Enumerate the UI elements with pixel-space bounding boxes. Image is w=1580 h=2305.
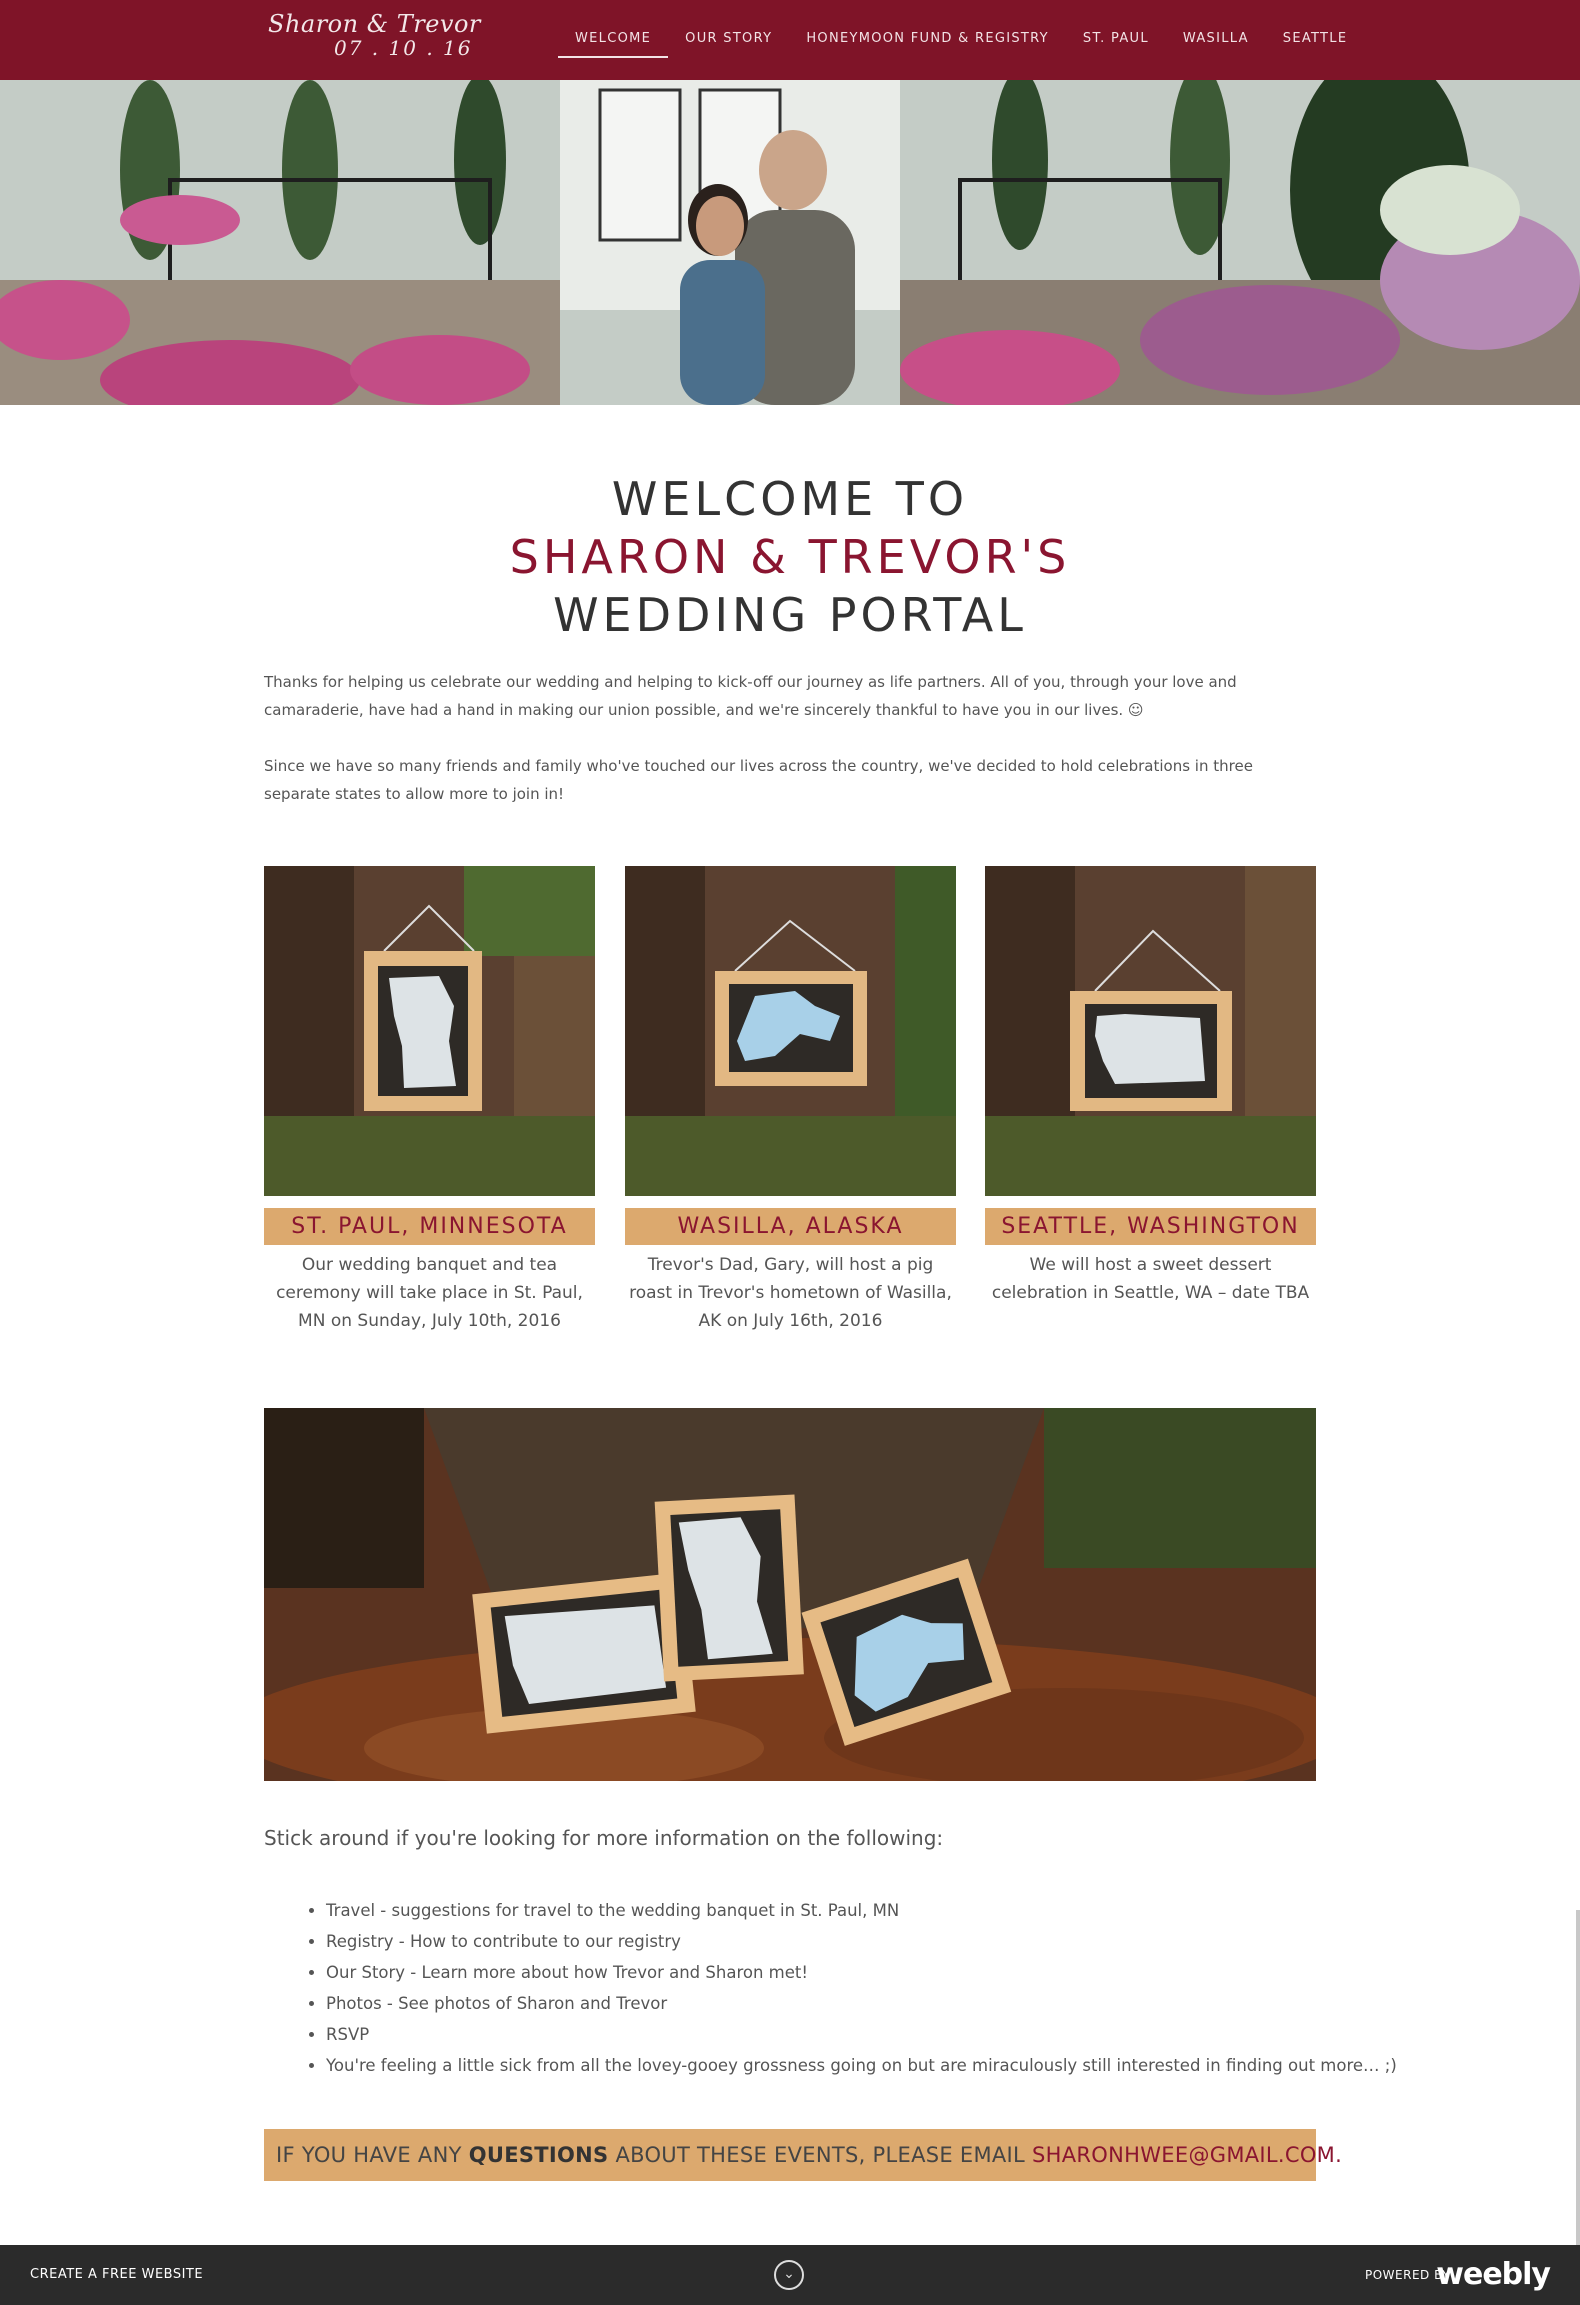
callout-email-link[interactable]: SHARONHWEE@GMAIL.COM.	[1032, 2143, 1342, 2167]
st-paul-map-photo[interactable]	[264, 866, 595, 1196]
nav-wasilla[interactable]: WASILLA	[1166, 0, 1266, 80]
card-wasilla: WASILLA, ALASKA Trevor's Dad, Gary, will…	[625, 866, 956, 1335]
intro-paragraph-2: Since we have so many friends and family…	[264, 757, 1253, 803]
callout-bold: QUESTIONS	[468, 2143, 609, 2167]
list-item: You're feeling a little sick from all th…	[326, 2050, 1397, 2081]
card-desc-st-paul: Our wedding banquet and tea ceremony wil…	[276, 1255, 583, 1331]
logo-date: 07 . 10 . 16	[334, 36, 473, 60]
intro-paragraph-1: Thanks for helping us celebrate our wedd…	[264, 673, 1237, 719]
create-website-link[interactable]: CREATE A FREE WEBSITE	[30, 2245, 203, 2305]
more-info-heading: Stick around if you're looking for more …	[264, 1826, 944, 1850]
weebly-footer: CREATE A FREE WEBSITE ⌄ POWERED BY weebl…	[0, 2245, 1580, 2305]
chevron-down-icon[interactable]: ⌄	[774, 2260, 804, 2290]
nav-welcome[interactable]: WELCOME	[558, 0, 669, 80]
seattle-map-photo[interactable]	[985, 866, 1316, 1196]
card-label-seattle: SEATTLE, WASHINGTON	[985, 1208, 1316, 1245]
card-label-st-paul: ST. PAUL, MINNESOTA	[264, 1208, 595, 1245]
main-nav: WELCOME OUR STORY HONEYMOON FUND & REGIS…	[558, 0, 1364, 80]
nav-seattle[interactable]: SEATTLE	[1266, 0, 1365, 80]
intro-text: Thanks for helping us celebrate our wedd…	[264, 668, 1316, 836]
card-desc-seattle: We will host a sweet dessert celebration…	[991, 1255, 1310, 1303]
logo-names: Sharon & Trevor	[268, 10, 481, 38]
wasilla-map-photo[interactable]	[625, 866, 956, 1196]
celebration-cards: ST. PAUL, MINNESOTA Our wedding banquet …	[264, 866, 1316, 1336]
welcome-line-3: WEDDING PORTAL	[553, 588, 1027, 642]
welcome-line-2: SHARON & TREVOR'S	[509, 530, 1071, 584]
welcome-heading: WELCOME TO SHARON & TREVOR'S WEDDING POR…	[264, 470, 1316, 644]
card-label-wasilla: WASILLA, ALASKA	[625, 1208, 956, 1245]
callout-pre: IF YOU HAVE ANY	[276, 2143, 469, 2167]
three-maps-photo[interactable]	[264, 1408, 1316, 1781]
questions-callout: IF YOU HAVE ANY QUESTIONS ABOUT THESE EV…	[264, 2129, 1342, 2181]
nav-honeymoon-registry[interactable]: HONEYMOON FUND & REGISTRY	[789, 0, 1066, 80]
card-seattle: SEATTLE, WASHINGTON We will host a sweet…	[985, 866, 1316, 1307]
nav-our-story[interactable]: OUR STORY	[668, 0, 789, 80]
card-st-paul: ST. PAUL, MINNESOTA Our wedding banquet …	[264, 866, 595, 1335]
list-item: Registry - How to contribute to our regi…	[326, 1926, 1397, 1957]
site-header: Sharon & Trevor 07 . 10 . 16 WELCOME OUR…	[0, 0, 1580, 80]
weebly-logo[interactable]: weebly	[1436, 2257, 1551, 2292]
nav-st-paul[interactable]: ST. PAUL	[1066, 0, 1166, 80]
list-item: RSVP	[326, 2019, 1397, 2050]
card-desc-wasilla: Trevor's Dad, Gary, will host a pig roas…	[629, 1255, 952, 1331]
scrollbar[interactable]	[1576, 1910, 1580, 2245]
site-logo[interactable]: Sharon & Trevor 07 . 10 . 16	[268, 10, 481, 60]
list-item: Photos - See photos of Sharon and Trevor	[326, 1988, 1397, 2019]
callout-mid: ABOUT THESE EVENTS, PLEASE EMAIL	[608, 2143, 1033, 2167]
hero-banner-photo	[0, 80, 1580, 405]
more-info-list: Travel - suggestions for travel to the w…	[326, 1895, 1397, 2081]
list-item: Our Story - Learn more about how Trevor …	[326, 1957, 1397, 1988]
list-item: Travel - suggestions for travel to the w…	[326, 1895, 1397, 1926]
welcome-line-1: WELCOME TO	[611, 472, 969, 526]
